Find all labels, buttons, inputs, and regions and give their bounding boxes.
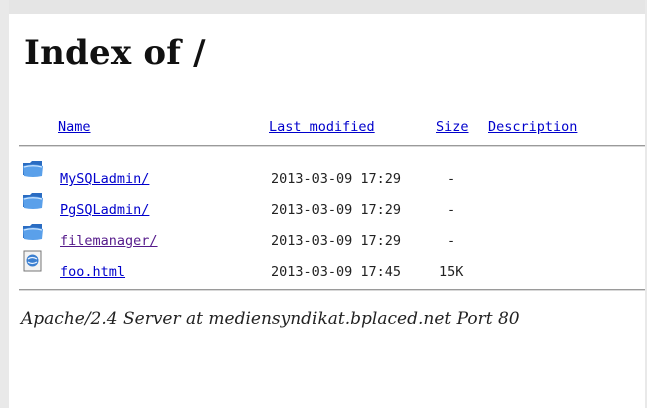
page-title: Index of /: [24, 33, 206, 73]
row-name-link[interactable]: PgSQLadmin/: [60, 202, 149, 218]
row-size: -: [447, 202, 456, 218]
row-last-modified: 2013-03-09 17:45: [271, 264, 402, 280]
directory-listing-page: Index of / Name Last modified Size Descr…: [9, 14, 645, 408]
web-file-icon: [22, 250, 44, 272]
row-size: 15K: [439, 264, 464, 280]
row-name-link[interactable]: filemanager/: [60, 233, 158, 249]
column-header-description[interactable]: Description: [488, 119, 577, 135]
window-top-border: [0, 0, 647, 14]
row-name-link[interactable]: MySQLadmin/: [60, 171, 149, 187]
row-last-modified: 2013-03-09 17:29: [271, 202, 402, 218]
column-header-size[interactable]: Size: [436, 119, 469, 135]
row-size: -: [447, 171, 456, 187]
folder-icon: [22, 189, 44, 211]
row-last-modified: 2013-03-09 17:29: [271, 233, 402, 249]
folder-icon: [22, 157, 44, 179]
column-header-name[interactable]: Name: [58, 119, 91, 135]
window-left-border: [0, 0, 9, 408]
column-header-last-modified[interactable]: Last modified: [269, 119, 375, 135]
server-signature: Apache/2.4 Server at mediensyndikat.bpla…: [21, 309, 520, 329]
row-size: -: [447, 233, 456, 249]
row-name-link[interactable]: foo.html: [60, 264, 125, 280]
row-last-modified: 2013-03-09 17:29: [271, 171, 402, 187]
header-divider: [19, 145, 645, 147]
footer-divider: [19, 289, 645, 291]
folder-icon: [22, 220, 44, 242]
